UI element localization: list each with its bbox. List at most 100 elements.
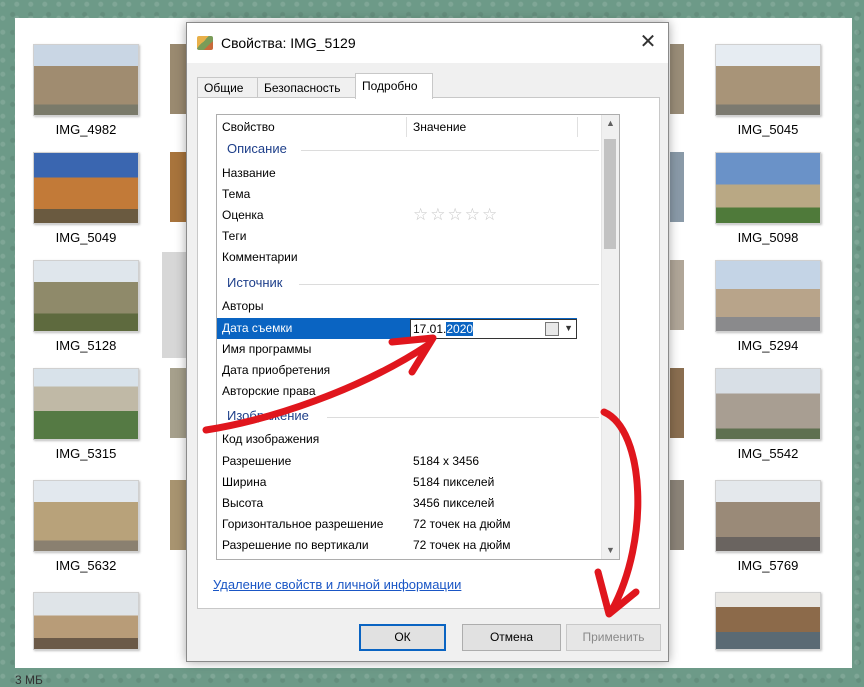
column-header-value[interactable]: Значение — [413, 115, 466, 139]
value-horizontal-resolution: 72 точек на дюйм — [413, 517, 511, 531]
value-width: 5184 пикселей — [413, 475, 495, 489]
thumbnail-item[interactable]: IMG_5128 — [33, 260, 139, 353]
thumbnail-image — [33, 152, 139, 224]
dialog-title: Свойства: IMG_5129 — [221, 35, 356, 51]
column-header-property[interactable]: Свойство — [222, 115, 275, 139]
chevron-down-icon[interactable]: ▼ — [564, 323, 573, 333]
prop-height[interactable]: Высота — [222, 496, 263, 510]
vertical-scrollbar[interactable]: ▲ ▼ — [601, 115, 619, 559]
thumbnail-caption: IMG_4982 — [55, 122, 117, 137]
status-size: 3 МБ — [15, 673, 43, 687]
thumbnail-item[interactable]: IMG_5045 — [715, 44, 821, 137]
date-taken-editor[interactable]: 17.01.2020 ▼ — [410, 319, 577, 339]
thumbnail-image — [33, 260, 139, 332]
thumbnail-partial — [170, 480, 186, 550]
section-description: Описание — [227, 141, 287, 156]
thumbnail-item[interactable]: IMG_4982 — [33, 44, 139, 137]
thumbnail-item[interactable]: IMG_5315 — [33, 368, 139, 461]
prop-name[interactable]: Название — [222, 166, 276, 180]
title-bar[interactable]: Свойства: IMG_5129 ✕ — [187, 23, 668, 63]
scroll-up-icon[interactable]: ▲ — [602, 115, 619, 132]
thumbnail-item[interactable] — [33, 592, 139, 650]
prop-authors[interactable]: Авторы — [222, 299, 263, 313]
close-icon[interactable]: ✕ — [634, 29, 662, 55]
value-height: 3456 пикселей — [413, 496, 495, 510]
section-image: Изображение — [227, 408, 309, 423]
calendar-icon[interactable] — [545, 322, 559, 336]
thumbnail-caption: IMG_5128 — [55, 338, 117, 353]
prop-date-acquired[interactable]: Дата приобретения — [222, 363, 330, 377]
thumbnail-partial — [170, 368, 186, 438]
prop-tags[interactable]: Теги — [222, 229, 246, 243]
prop-subject[interactable]: Тема — [222, 187, 250, 201]
thumbnail-item[interactable]: IMG_5542 — [715, 368, 821, 461]
column-divider[interactable] — [406, 117, 407, 137]
thumbnail-partial — [670, 368, 684, 438]
prop-image-id[interactable]: Код изображения — [222, 432, 319, 446]
thumbnail-partial — [162, 252, 186, 358]
thumbnail-image — [33, 368, 139, 440]
thumbnail-caption: IMG_5294 — [737, 338, 799, 353]
thumbnail-item[interactable]: IMG_5769 — [715, 480, 821, 573]
properties-dialog: Свойства: IMG_5129 ✕ Общие Безопасность … — [186, 22, 669, 662]
tab-security[interactable]: Безопасность — [257, 77, 357, 98]
section-divider — [301, 150, 599, 151]
prop-horizontal-resolution[interactable]: Горизонтальное разрешение — [222, 517, 383, 531]
prop-comments[interactable]: Комментарии — [222, 250, 298, 264]
prop-program-name[interactable]: Имя программы — [222, 342, 311, 356]
rating-stars[interactable]: ☆☆☆☆☆ — [413, 205, 499, 225]
thumbnail-image — [715, 480, 821, 552]
apply-button[interactable]: Применить — [566, 624, 661, 651]
remove-properties-link[interactable]: Удаление свойств и личной информации — [213, 577, 461, 592]
thumbnail-item[interactable]: IMG_5049 — [33, 152, 139, 245]
thumbnail-caption: IMG_5049 — [55, 230, 117, 245]
thumbnail-partial — [670, 44, 684, 114]
cancel-button[interactable]: Отмена — [462, 624, 561, 651]
thumbnail-image — [715, 592, 821, 650]
thumbnail-caption: IMG_5315 — [55, 446, 117, 461]
column-divider[interactable] — [577, 117, 578, 137]
thumbnail-partial — [670, 152, 684, 222]
value-resolution: 5184 x 3456 — [413, 454, 480, 468]
thumbnail-image — [33, 44, 139, 116]
thumbnail-item[interactable]: IMG_5632 — [33, 480, 139, 573]
image-file-icon — [197, 36, 213, 50]
date-prefix: 17.01. — [413, 322, 447, 336]
thumbnail-image — [715, 260, 821, 332]
thumbnail-item[interactable]: IMG_5098 — [715, 152, 821, 245]
property-list[interactable]: Свойство Значение Описание Название Тема… — [216, 114, 620, 560]
prop-width[interactable]: Ширина — [222, 475, 266, 489]
thumbnail-caption: IMG_5769 — [737, 558, 799, 573]
scrollbar-thumb[interactable] — [604, 139, 616, 249]
tab-details[interactable]: Подробно — [355, 73, 433, 99]
tab-general[interactable]: Общие — [197, 77, 259, 98]
thumbnail-image — [33, 592, 139, 650]
thumbnail-image — [715, 44, 821, 116]
thumbnail-partial — [670, 260, 684, 330]
prop-date-taken[interactable]: Дата съемки — [222, 321, 292, 335]
value-vertical-resolution: 72 точек на дюйм — [413, 538, 511, 552]
date-year-selected: 2020 — [446, 322, 474, 336]
prop-resolution[interactable]: Разрешение — [222, 454, 291, 468]
thumbnail-item[interactable]: IMG_5294 — [715, 260, 821, 353]
details-panel: Свойство Значение Описание Название Тема… — [197, 97, 660, 609]
prop-copyright[interactable]: Авторские права — [222, 384, 316, 398]
prop-vertical-resolution[interactable]: Разрешение по вертикали — [222, 538, 369, 552]
thumbnail-image — [33, 480, 139, 552]
thumbnail-partial — [170, 44, 186, 114]
thumbnail-image — [715, 368, 821, 440]
date-taken-value[interactable]: 17.01.2020 — [413, 322, 474, 336]
thumbnail-item[interactable] — [715, 592, 821, 650]
thumbnail-image — [715, 152, 821, 224]
scroll-down-icon[interactable]: ▼ — [602, 542, 619, 559]
thumbnail-caption: IMG_5632 — [55, 558, 117, 573]
section-source: Источник — [227, 275, 283, 290]
thumbnail-partial — [170, 152, 186, 222]
section-divider — [299, 284, 599, 285]
section-divider — [327, 417, 599, 418]
thumbnail-caption: IMG_5098 — [737, 230, 799, 245]
prop-rating[interactable]: Оценка — [222, 208, 264, 222]
thumbnail-caption: IMG_5045 — [737, 122, 799, 137]
ok-button[interactable]: ОК — [359, 624, 446, 651]
thumbnail-caption: IMG_5542 — [737, 446, 799, 461]
